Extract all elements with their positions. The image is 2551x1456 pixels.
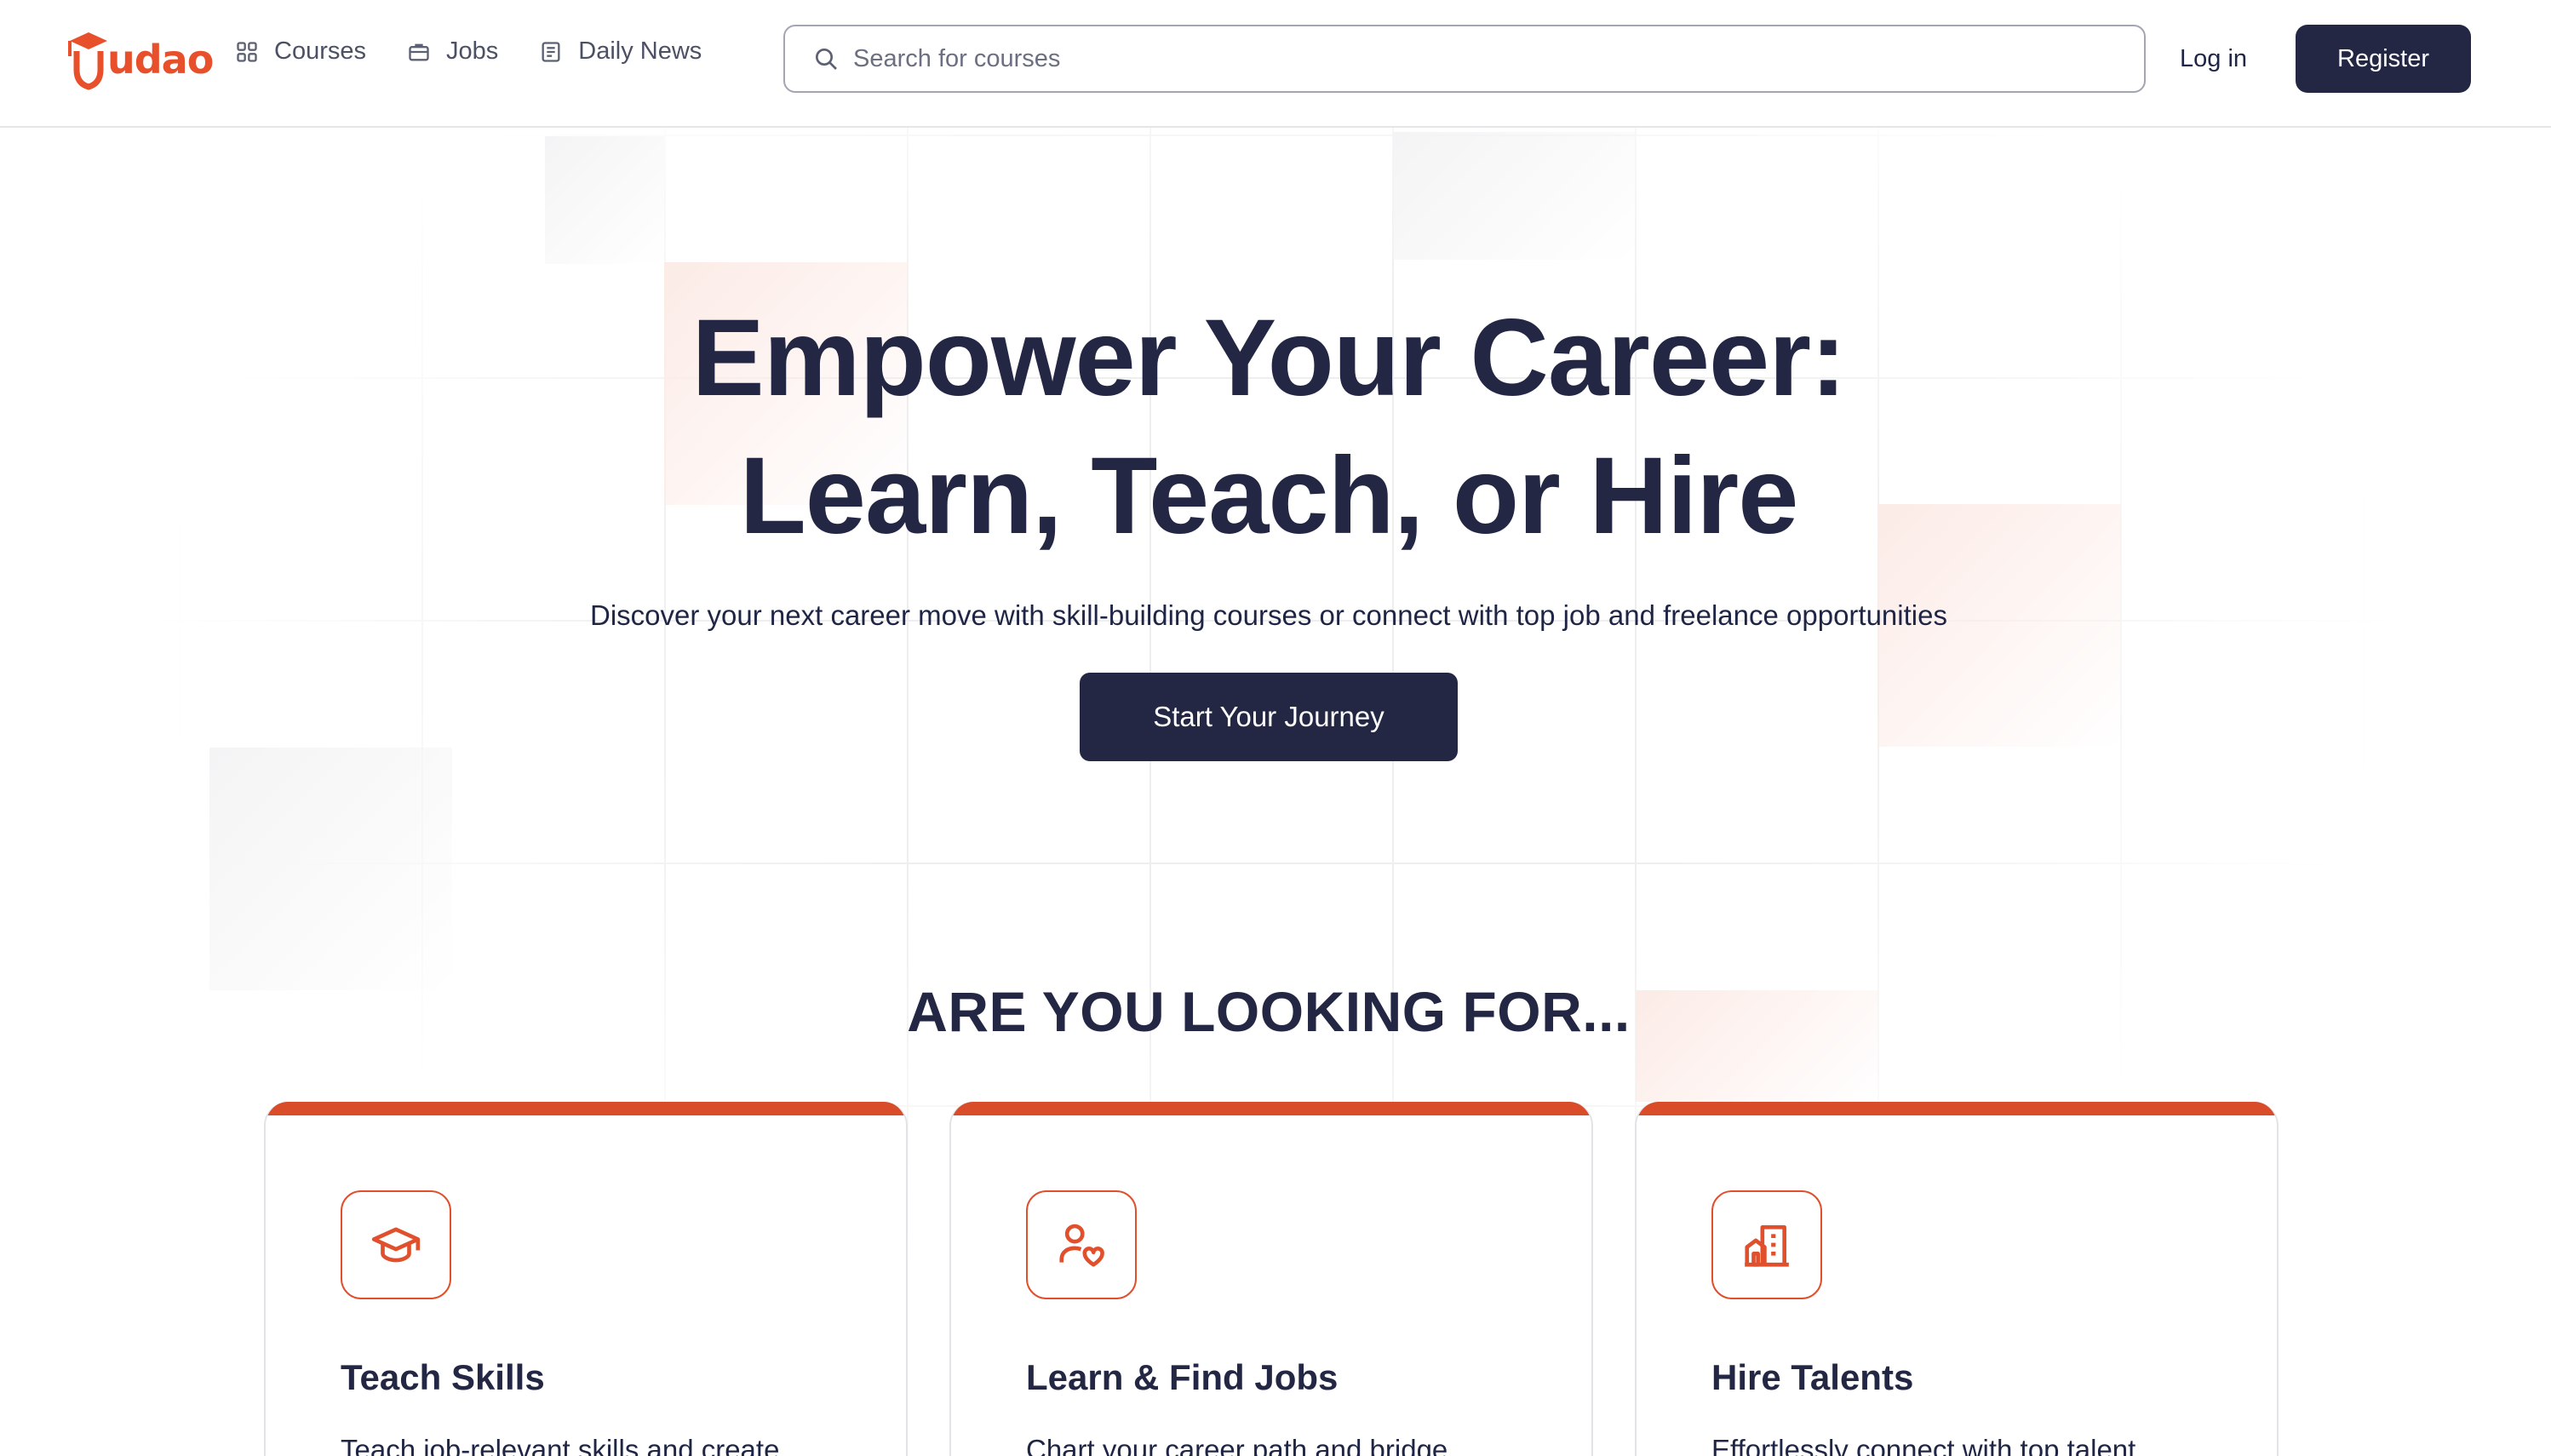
udao-logo[interactable]: udao — [66, 26, 214, 94]
hero-title: Empower Your Career: Learn, Teach, or Hi… — [0, 289, 2537, 565]
card-icon-box — [1026, 1190, 1137, 1299]
background-tile — [545, 136, 664, 264]
card-title: Learn & Find Jobs — [1026, 1357, 1339, 1397]
graduation-cap-icon — [371, 1227, 421, 1263]
search-icon — [816, 49, 837, 70]
building-icon — [1745, 1225, 1789, 1267]
register-button[interactable]: Register — [2296, 25, 2471, 93]
graduation-cap-logo-icon — [68, 32, 107, 90]
section-title: ARE YOU LOOKING FOR... — [907, 980, 1631, 1043]
card-learn-find-jobs[interactable]: Learn & Find Jobs Chart your career path… — [949, 1102, 1593, 1456]
card-teach-skills[interactable]: Teach Skills Teach job-relevant skills a… — [264, 1102, 908, 1456]
main-nav: Courses Jobs Daily News — [235, 37, 702, 66]
nav-item-courses[interactable]: Courses — [235, 37, 366, 66]
card-title: Hire Talents — [1711, 1357, 1914, 1397]
search-bar[interactable] — [783, 25, 2146, 93]
hero-title-line: Learn, Teach, or Hire — [739, 435, 1799, 557]
start-journey-button[interactable]: Start Your Journey — [1080, 673, 1458, 761]
top-navbar: udao Courses Jobs Daily News Search for … — [0, 0, 2551, 128]
briefcase-icon — [409, 43, 429, 60]
background-tile — [209, 748, 452, 990]
card-icon-box — [341, 1190, 451, 1299]
nav-item-label: Jobs — [446, 37, 499, 65]
nav-item-daily-news[interactable]: Daily News — [539, 37, 702, 66]
login-link[interactable]: Log in — [2180, 37, 2247, 80]
nav-item-jobs[interactable]: Jobs — [407, 37, 498, 66]
user-heart-icon — [1059, 1224, 1104, 1267]
card-description: Chart your career path and bridge — [1026, 1434, 1448, 1456]
grid-icon — [237, 41, 257, 62]
newspaper-icon — [542, 41, 560, 62]
card-title: Teach Skills — [341, 1357, 545, 1397]
card-description: Teach job-relevant skills and create — [341, 1434, 780, 1456]
card-description: Effortlessly connect with top talent — [1711, 1434, 2136, 1456]
background-tile — [1393, 132, 1636, 260]
card-icon-box — [1711, 1190, 1822, 1299]
nav-item-label: Courses — [274, 37, 366, 65]
card-hire-talents[interactable]: Hire Talents Effortlessly connect with t… — [1635, 1102, 2279, 1456]
logo-text: udao — [107, 37, 214, 83]
nav-item-label: Daily News — [578, 37, 702, 65]
landing-page: udao Courses Jobs Daily News Search for … — [0, 0, 2551, 1456]
hero-title-line: Empower Your Career: — [691, 297, 1846, 419]
search-input[interactable] — [853, 44, 2113, 73]
hero-subtitle: Discover your next career move with skil… — [590, 599, 1947, 631]
